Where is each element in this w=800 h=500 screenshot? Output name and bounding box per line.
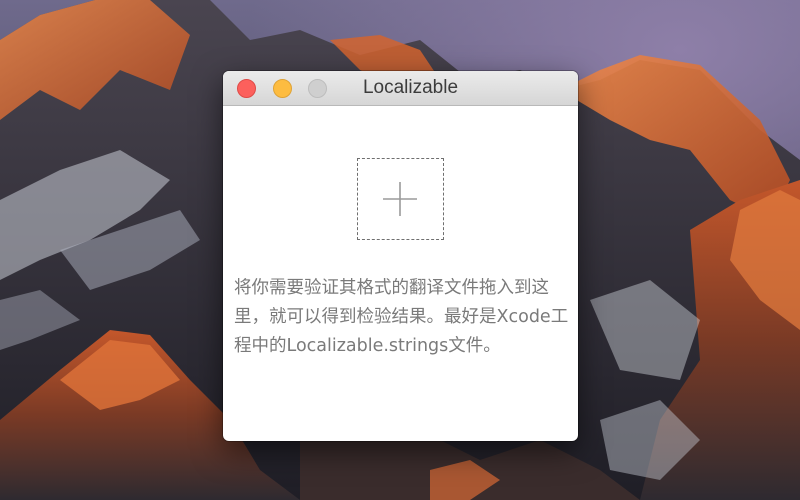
title-bar[interactable]: Localizable <box>223 71 578 106</box>
window-title: Localizable <box>362 77 459 98</box>
plus-icon <box>383 182 417 216</box>
desktop: Localizable 将你需要验证其格式的翻译文件拖入到这里，就可以得到检验结… <box>0 0 800 500</box>
file-drop-zone[interactable] <box>357 158 444 240</box>
drop-instructions: 将你需要验证其格式的翻译文件拖入到这里，就可以得到检验结果。最好是Xcode工程… <box>234 278 569 356</box>
app-window: Localizable 将你需要验证其格式的翻译文件拖入到这里，就可以得到检验结… <box>223 71 578 441</box>
